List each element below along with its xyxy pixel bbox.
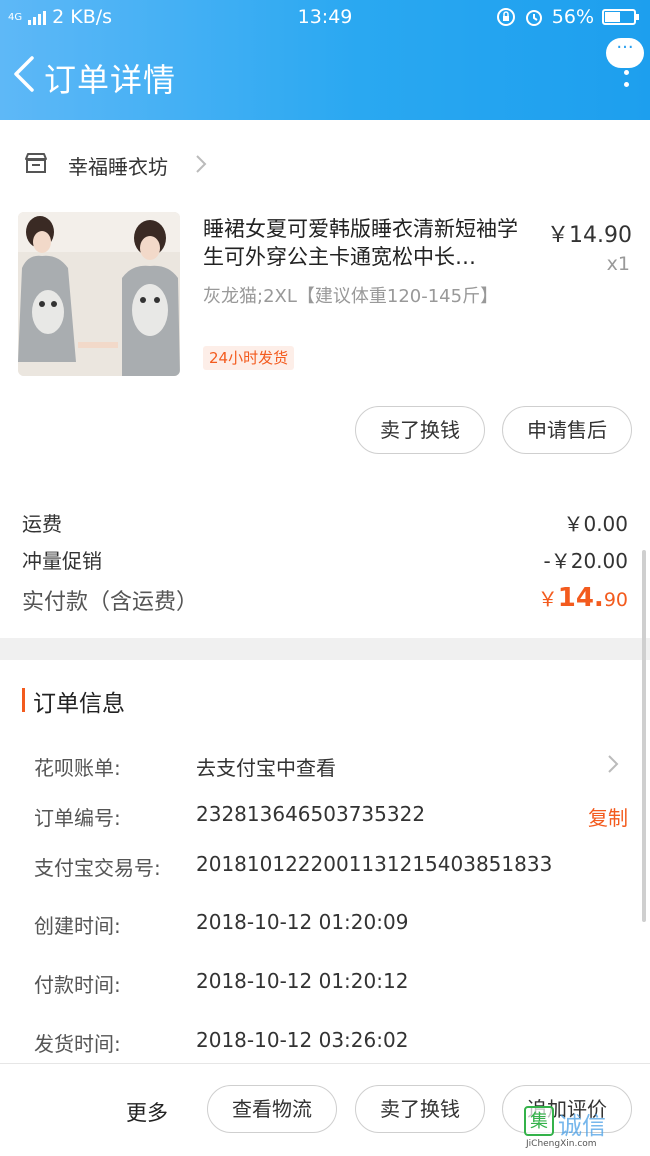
product-price: ￥14.90 xyxy=(547,223,632,248)
order-number-label: 订单编号: xyxy=(34,806,121,830)
sell-for-cash-button[interactable]: 卖了换钱 xyxy=(355,406,485,454)
shipped-time-value: 2018-10-12 03:26:02 xyxy=(196,1028,409,1052)
shop-row[interactable]: 幸福睡衣坊 xyxy=(0,138,650,188)
total-label: 实付款（含运费） xyxy=(22,590,199,615)
watermark-url: JiChengXin.com xyxy=(526,1139,597,1149)
huabei-link[interactable]: 去支付宝中查看 xyxy=(196,752,336,781)
more-actions-button[interactable]: 更多 xyxy=(126,1097,168,1127)
app-header: 4G 2 KB/s 13:49 56% 订单详情 ··· xyxy=(0,0,650,120)
promo-value: -￥20.00 xyxy=(543,549,628,573)
product-sku: 灰龙猫;2XL【建议体重120-145斤】 xyxy=(203,286,499,307)
scrollbar[interactable] xyxy=(642,550,646,922)
total-decimal: 90 xyxy=(603,589,628,611)
total-currency: ￥ xyxy=(537,587,558,611)
copy-button[interactable]: 复制 xyxy=(588,802,628,831)
product-image[interactable] xyxy=(18,212,180,376)
created-time-label: 创建时间: xyxy=(34,914,121,938)
lock-rotation-icon xyxy=(496,8,515,26)
promo-row: 冲量促销 -￥20.00 xyxy=(22,545,628,574)
section-accent-bar xyxy=(22,688,25,712)
chevron-right-icon xyxy=(608,755,619,773)
alipay-trade-value: 2018101222001131215403851833 xyxy=(196,852,553,876)
store-icon xyxy=(25,153,47,173)
order-info-title: 订单信息 xyxy=(33,691,125,717)
more-bubble[interactable]: ··· xyxy=(606,38,644,68)
shipping-badge: 24小时发货 xyxy=(203,346,295,370)
apply-after-sale-button[interactable]: 申请售后 xyxy=(502,406,632,454)
alarm-icon xyxy=(525,10,542,26)
sell-for-cash-bottom-button[interactable]: 卖了换钱 xyxy=(355,1085,485,1133)
product-quantity: x1 xyxy=(606,253,630,275)
huabei-label: 花呗账单: xyxy=(34,756,121,780)
watermark-text: 诚信 xyxy=(558,1112,606,1140)
promo-label: 冲量促销 xyxy=(22,549,102,573)
section-divider xyxy=(0,638,650,660)
product-title[interactable]: 睡裙女夏可爱韩版睡衣清新短袖学生可外穿公主卡通宽松中长… xyxy=(203,215,538,271)
more-vertical-icon[interactable] xyxy=(624,70,630,94)
battery-icon xyxy=(602,9,639,25)
paid-time-value: 2018-10-12 01:20:12 xyxy=(196,969,409,993)
total-value: ￥14.90 xyxy=(538,583,628,613)
watermark-logo: 集 诚信 JiChengXin.com xyxy=(524,1106,644,1150)
status-bar: 4G 2 KB/s 13:49 56% xyxy=(0,0,650,34)
view-logistics-button[interactable]: 查看物流 xyxy=(207,1085,337,1133)
created-time-value: 2018-10-12 01:20:09 xyxy=(196,910,409,934)
shop-name[interactable]: 幸福睡衣坊 xyxy=(68,151,168,180)
page-title: 订单详情 xyxy=(44,61,177,99)
product-photo xyxy=(18,212,180,376)
order-number-value: 232813646503735322 xyxy=(196,802,426,826)
shipping-fee-label: 运费 xyxy=(22,512,62,536)
shipping-fee-row: 运费 ￥0.00 xyxy=(22,508,628,537)
clock: 13:49 xyxy=(297,6,353,28)
paid-time-label: 付款时间: xyxy=(34,973,121,997)
alipay-trade-label: 支付宝交易号: xyxy=(34,856,161,880)
watermark-box: 集 xyxy=(524,1106,554,1136)
total-integer: 14. xyxy=(557,583,604,613)
shipping-fee-value: ￥0.00 xyxy=(563,512,628,536)
chevron-right-icon xyxy=(196,155,207,173)
battery-percent: 56% xyxy=(551,6,594,28)
shipped-time-label: 发货时间: xyxy=(34,1032,121,1056)
back-chevron-icon[interactable] xyxy=(10,54,38,94)
